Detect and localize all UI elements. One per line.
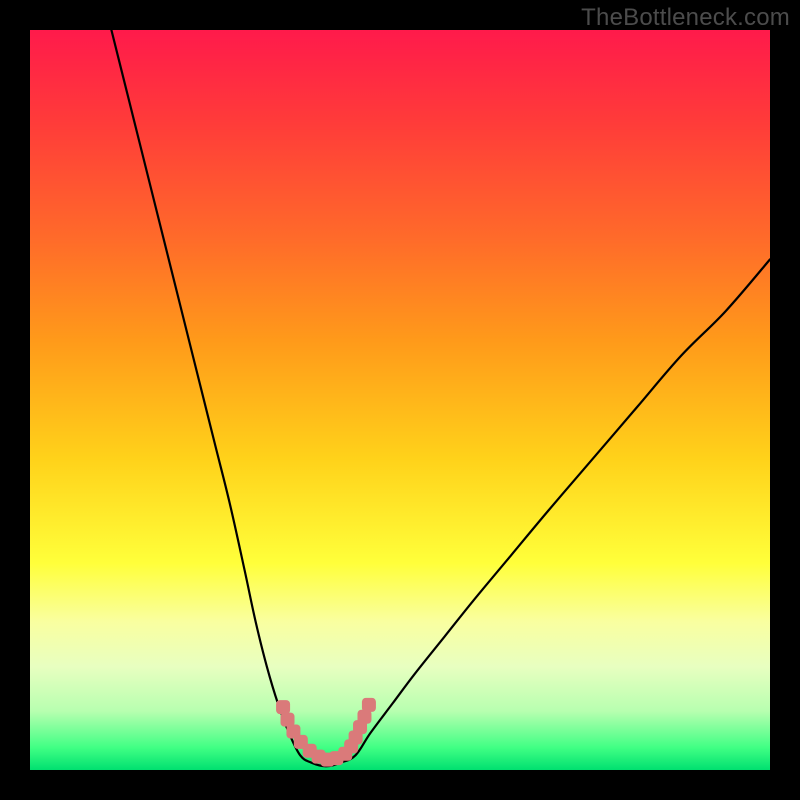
valley-marker-group (276, 698, 376, 767)
bottleneck-curve (111, 30, 770, 766)
chart-frame: TheBottleneck.com (0, 0, 800, 800)
plot-area (30, 30, 770, 770)
watermark-text: TheBottleneck.com (581, 4, 790, 32)
valley-marker (362, 698, 376, 712)
chart-svg (30, 30, 770, 770)
valley-marker (276, 700, 290, 714)
